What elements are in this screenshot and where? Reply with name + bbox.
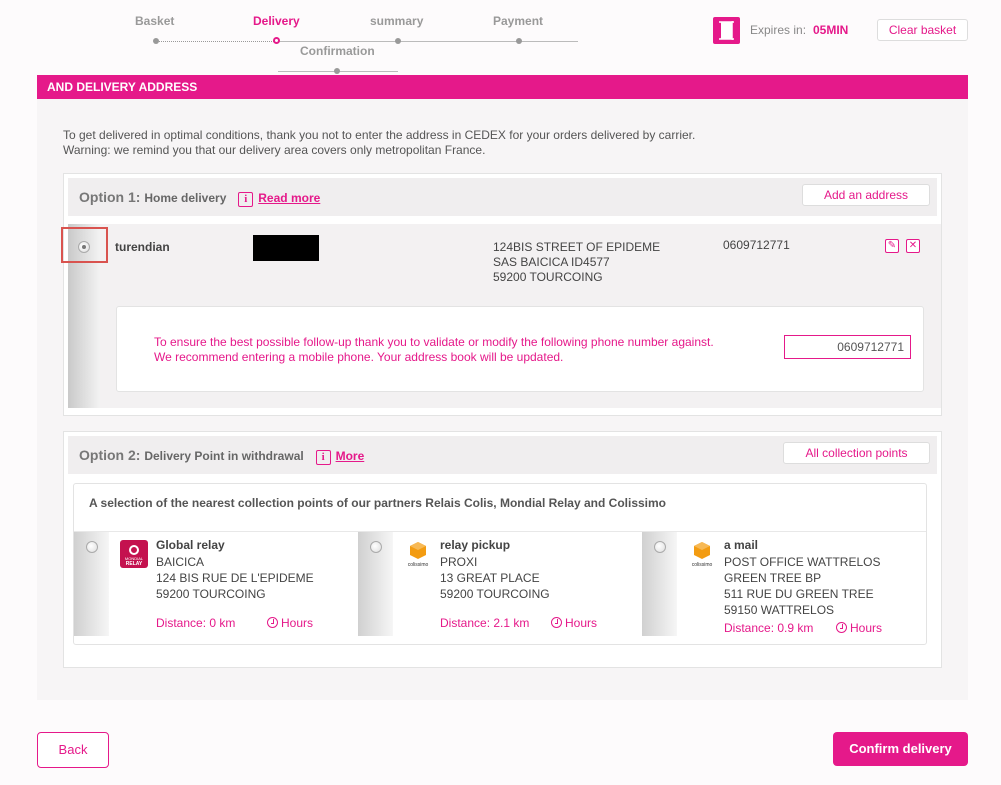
clock-icon	[551, 617, 562, 628]
colissimo-logo-icon: colissimo	[688, 540, 716, 568]
step-dot	[153, 38, 159, 44]
phone-input[interactable]	[784, 335, 911, 359]
expire-value: 05MIN	[813, 23, 849, 37]
colissimo-logo-icon: colissimo	[404, 540, 432, 568]
step-line	[156, 41, 276, 42]
relay-name: a mail	[724, 538, 759, 552]
clock-icon	[836, 622, 847, 633]
delete-icon[interactable]: ✕	[906, 239, 920, 253]
all-collection-points-button[interactable]: All collection points	[783, 442, 930, 464]
option1-header: Option 1: Home delivery i Read more Add a…	[68, 178, 937, 216]
option2-title: Delivery Point in withdrawal	[144, 449, 304, 463]
checkout-steps: Basket Delivery summary Payment Confirma…	[0, 0, 700, 80]
relay-item[interactable]: colissimo relay pickup PROXI 13 GREAT PL…	[358, 532, 642, 644]
relay-name: Global relay	[156, 538, 225, 552]
delivery-panel: AND DELIVERY ADDRESS To get delivered in…	[37, 75, 968, 700]
option2-box: Option 2: Delivery Point in withdrawal i…	[63, 431, 942, 668]
relay-hours[interactable]: Hours	[267, 616, 313, 630]
info-icon[interactable]: i	[315, 450, 331, 465]
option1-box: Option 1: Home delivery i Read more Add a…	[61, 173, 942, 416]
relay-address: PROXI 13 GREAT PLACE 59200 TOURCOING	[440, 555, 550, 601]
step-dot	[516, 38, 522, 44]
panel-title: AND DELIVERY ADDRESS	[37, 75, 968, 99]
step-confirmation: Confirmation	[300, 44, 375, 58]
relay-item[interactable]: MONDIAL RELAY Global relay BAICICA 124 BI…	[74, 532, 358, 644]
relay-distance: Distance: 0.9 km	[724, 621, 814, 635]
step-line	[278, 41, 578, 42]
step-summary: summary	[370, 14, 424, 28]
step-basket[interactable]: Basket	[135, 14, 174, 28]
edit-icon[interactable]: ✎	[885, 239, 899, 253]
relay-hours[interactable]: Hours	[551, 616, 597, 630]
step-delivery: Delivery	[253, 14, 300, 28]
relay-radio[interactable]	[654, 541, 666, 553]
confirm-delivery-button[interactable]: Confirm delivery	[833, 732, 968, 766]
relay-hours[interactable]: Hours	[836, 621, 882, 635]
svg-text:colissimo: colissimo	[408, 562, 429, 568]
intro-text: To get delivered in optimal conditions, …	[63, 128, 696, 157]
address-phone: 0609712771	[723, 238, 790, 252]
selection-title: A selection of the nearest collection po…	[89, 496, 667, 510]
relay-address: BAICICA 124 BIS RUE DE L'EPIDEME 59200 T…	[156, 555, 314, 601]
address-lines: 124BIS STREET OF EPIDEME SAS BAICICA ID4…	[493, 240, 661, 284]
relay-address: POST OFFICE WATTRELOS GREEN TREE BP 511 …	[724, 555, 881, 617]
selection-highlight	[61, 227, 108, 263]
add-address-button[interactable]: Add an address	[802, 184, 930, 206]
relay-name: relay pickup	[440, 538, 511, 552]
back-button[interactable]: Back	[37, 732, 109, 768]
step-dot	[395, 38, 401, 44]
expire-label: Expires in:	[750, 23, 807, 37]
phone-message: To ensure the best possible follow-up th…	[154, 335, 714, 364]
option1-title: Home delivery	[144, 191, 227, 205]
read-more-link[interactable]: Read more	[258, 191, 320, 205]
clock-icon	[267, 617, 278, 628]
redacted-block	[253, 235, 319, 261]
svg-text:RELAY: RELAY	[126, 561, 143, 567]
step-dot	[334, 68, 340, 74]
relay-radio[interactable]	[370, 541, 382, 553]
address-row: turendian 124BIS STREET OF EPIDEME SAS B…	[61, 224, 941, 408]
clear-basket-button[interactable]: Clear basket	[877, 19, 968, 41]
hourglass-icon	[713, 17, 740, 44]
svg-text:colissimo: colissimo	[692, 562, 713, 568]
option2-header: Option 2: Delivery Point in withdrawal i…	[68, 436, 937, 474]
more-link[interactable]: More	[336, 449, 365, 463]
relay-radio[interactable]	[86, 541, 98, 553]
info-icon[interactable]: i	[238, 192, 254, 207]
relay-distance: Distance: 0 km	[156, 616, 236, 630]
relay-distance: Distance: 2.1 km	[440, 616, 530, 630]
step-payment: Payment	[493, 14, 544, 28]
relay-item[interactable]: colissimo a mail POST OFFICE WATTRELOS G…	[642, 532, 926, 644]
phone-validate-box: To ensure the best possible follow-up th…	[116, 306, 924, 392]
relay-logo-icon: MONDIAL RELAY	[120, 540, 148, 568]
collection-points-list: A selection of the nearest collection po…	[73, 483, 927, 645]
address-name: turendian	[115, 240, 170, 254]
step-dot-active	[273, 37, 280, 44]
